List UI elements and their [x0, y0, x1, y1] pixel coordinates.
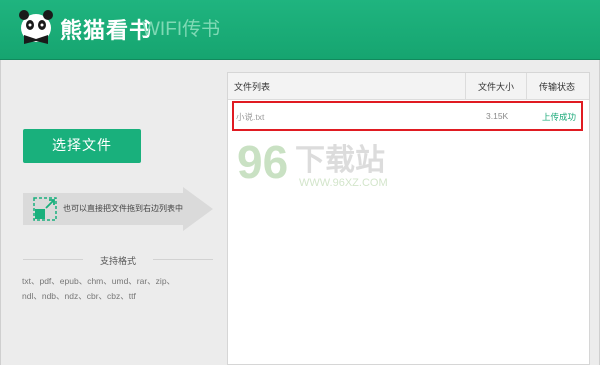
- formats-list: txt、pdf、epub、chm、umd、rar、zip、 ndl、ndb、nd…: [22, 274, 217, 304]
- formats-header: 支持格式: [23, 252, 213, 267]
- watermark: 96 下载站 WWW.96XZ.COM: [237, 136, 388, 189]
- divider-right: [153, 259, 213, 260]
- panda-logo-icon: [19, 10, 53, 44]
- file-list-panel: 文件列表 文件大小 传输状态 小说.txt 3.15K 上传成功: [227, 72, 590, 365]
- drag-drop-hint: 也可以直接把文件拖到右边列表中: [23, 187, 213, 231]
- drag-hint-text: 也可以直接把文件拖到右边列表中: [63, 204, 183, 213]
- drag-file-icon: [33, 197, 57, 221]
- column-header-status[interactable]: 传输状态: [539, 80, 575, 93]
- column-header-name[interactable]: 文件列表: [234, 80, 270, 93]
- select-file-button[interactable]: 选择文件: [23, 129, 141, 163]
- file-status: 上传成功: [542, 112, 577, 122]
- app-brand: 熊猫看书: [60, 19, 153, 44]
- watermark-number: 96: [237, 136, 288, 188]
- title-bar: 熊猫看书 WIFI传书: [0, 0, 600, 60]
- watermark-text: 下载站: [295, 143, 385, 178]
- formats-line: txt、pdf、epub、chm、umd、rar、zip、: [22, 276, 176, 286]
- column-header-size[interactable]: 文件大小: [478, 80, 514, 93]
- file-size: 3.15K: [486, 111, 509, 121]
- column-divider: [526, 73, 527, 100]
- file-list-header: 文件列表 文件大小 传输状态: [228, 73, 589, 100]
- app-subtitle: WIFI传书: [142, 19, 221, 40]
- watermark-url: WWW.96XZ.COM: [299, 177, 388, 189]
- column-divider: [465, 73, 466, 100]
- file-row[interactable]: 小说.txt 3.15K 上传成功: [232, 101, 583, 131]
- formats-title: 支持格式: [99, 257, 136, 267]
- file-name: 小说.txt: [236, 112, 265, 122]
- formats-line: ndl、ndb、ndz、cbr、cbz、ttf: [22, 291, 136, 301]
